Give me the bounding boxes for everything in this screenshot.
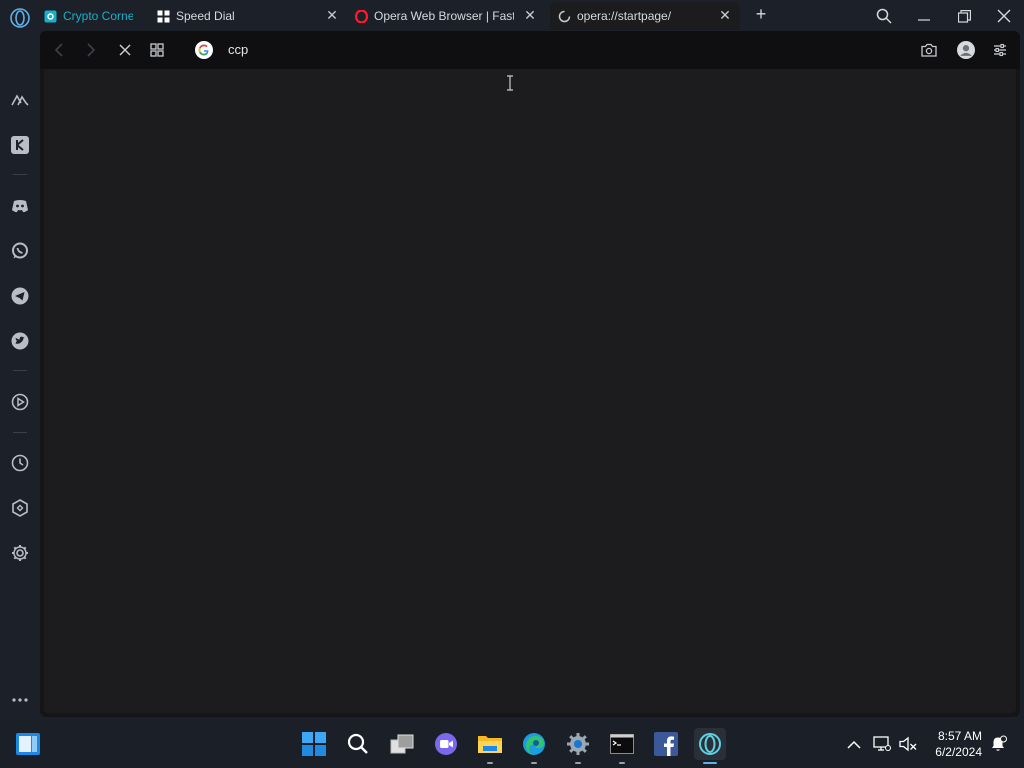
profile-avatar[interactable] xyxy=(957,41,975,59)
whatsapp-icon[interactable] xyxy=(9,240,31,262)
tab-label: Opera Web Browser | Faster, Safer, Smart… xyxy=(374,9,514,23)
settings-icon[interactable] xyxy=(9,542,31,564)
clock-date: 6/2/2024 xyxy=(935,745,982,759)
more-icon[interactable] xyxy=(9,689,31,711)
tab-search-icon[interactable] xyxy=(874,6,894,26)
sidebar xyxy=(0,32,40,720)
browser-window: ccp xyxy=(40,31,1020,717)
history-icon[interactable] xyxy=(9,452,31,474)
twitter-icon[interactable] xyxy=(9,330,31,352)
snapshot-camera-icon[interactable] xyxy=(920,41,938,59)
back-button[interactable] xyxy=(50,41,68,59)
telegram-icon[interactable] xyxy=(9,285,31,307)
tab-label: Crypto Corner xyxy=(63,9,133,23)
tab-speed-dial[interactable]: Speed Dial ✕ xyxy=(157,2,347,30)
address-toolbar: ccp xyxy=(40,31,1020,69)
kucoin-icon[interactable] xyxy=(9,134,31,156)
task-view-icon[interactable] xyxy=(386,728,418,760)
close-tab-icon[interactable]: ✕ xyxy=(718,8,732,22)
opera-o-icon xyxy=(355,9,368,23)
windows-start-icon[interactable] xyxy=(12,728,44,760)
stop-loading-button[interactable] xyxy=(116,41,134,59)
title-bar: Crypto Corner Speed Dial ✕ Opera Web Bro… xyxy=(0,0,1024,32)
page-content[interactable] xyxy=(44,69,1016,713)
clock-time: 8:57 AM xyxy=(937,729,982,743)
opera-gx-icon[interactable] xyxy=(694,728,726,764)
easy-setup-icon[interactable] xyxy=(991,41,1009,59)
player-icon[interactable] xyxy=(9,391,31,413)
system-clock[interactable]: 8:57 AM 6/2/2024 xyxy=(926,728,982,760)
close-window-button[interactable] xyxy=(994,6,1014,26)
edge-icon[interactable] xyxy=(518,728,550,764)
google-icon xyxy=(195,41,213,59)
notification-bell-icon[interactable] xyxy=(982,728,1014,760)
address-input[interactable]: ccp xyxy=(228,42,248,57)
windows-logo-icon[interactable] xyxy=(298,728,330,760)
tab-label: Speed Dial xyxy=(176,9,235,23)
minimize-button[interactable] xyxy=(914,6,934,26)
teams-chat-icon[interactable] xyxy=(430,728,462,760)
tab-label: opera://startpage/ xyxy=(577,9,672,23)
extensions-icon[interactable] xyxy=(9,497,31,519)
terminal-icon[interactable] xyxy=(606,728,638,764)
facebook-icon[interactable] xyxy=(650,728,682,760)
tab-opera-web-browser[interactable]: Opera Web Browser | Faster, Safer, Smart… xyxy=(355,2,545,30)
aria-icon[interactable] xyxy=(9,89,31,111)
tab-startpage[interactable]: opera://startpage/ ✕ xyxy=(550,2,740,30)
search-icon[interactable] xyxy=(342,728,374,760)
opera-menu-icon[interactable] xyxy=(9,7,31,29)
crypto-corner-icon xyxy=(44,10,57,23)
taskbar xyxy=(0,720,1024,768)
speed-dial-grid-icon xyxy=(157,10,170,23)
settings-gear-icon[interactable] xyxy=(562,728,594,764)
tab-crypto-corner[interactable]: Crypto Corner xyxy=(44,2,136,30)
text-cursor-icon xyxy=(507,75,513,91)
forward-button[interactable] xyxy=(82,41,100,59)
new-tab-button[interactable]: + xyxy=(752,5,770,23)
close-tab-icon[interactable]: ✕ xyxy=(325,8,339,22)
volume-muted-icon[interactable] xyxy=(892,728,924,760)
restore-button[interactable] xyxy=(954,6,974,26)
loading-spinner-icon xyxy=(558,10,571,23)
tab-overview-icon[interactable] xyxy=(148,41,166,59)
file-explorer-icon[interactable] xyxy=(474,728,506,764)
close-tab-icon[interactable]: ✕ xyxy=(523,8,537,22)
discord-icon[interactable] xyxy=(9,195,31,217)
